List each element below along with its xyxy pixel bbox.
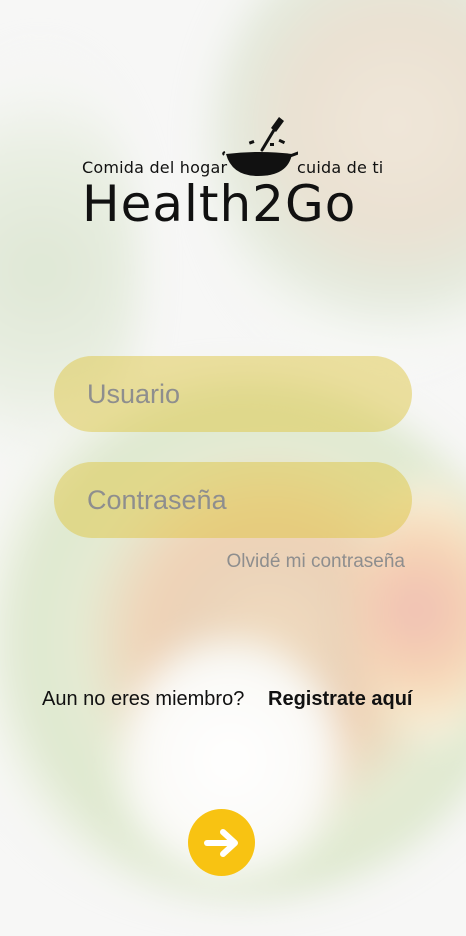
forgot-password-link[interactable]: Olvidé mi contraseña	[227, 551, 405, 573]
signup-link[interactable]: Registrate aquí	[268, 688, 412, 711]
submit-button[interactable]	[188, 809, 255, 876]
password-input[interactable]	[54, 462, 412, 538]
brand-logo: Comida del hogar cuida de ti Health2Go	[80, 112, 390, 232]
brand-wordmark: Health2Go	[82, 175, 357, 233]
wok-pan-icon	[222, 117, 298, 176]
username-input[interactable]	[54, 356, 412, 432]
arrow-right-icon	[203, 828, 238, 857]
signup-row: Aun no eres miembro? Registrate aquí	[42, 688, 412, 711]
signup-prompt: Aun no eres miembro?	[42, 688, 245, 710]
